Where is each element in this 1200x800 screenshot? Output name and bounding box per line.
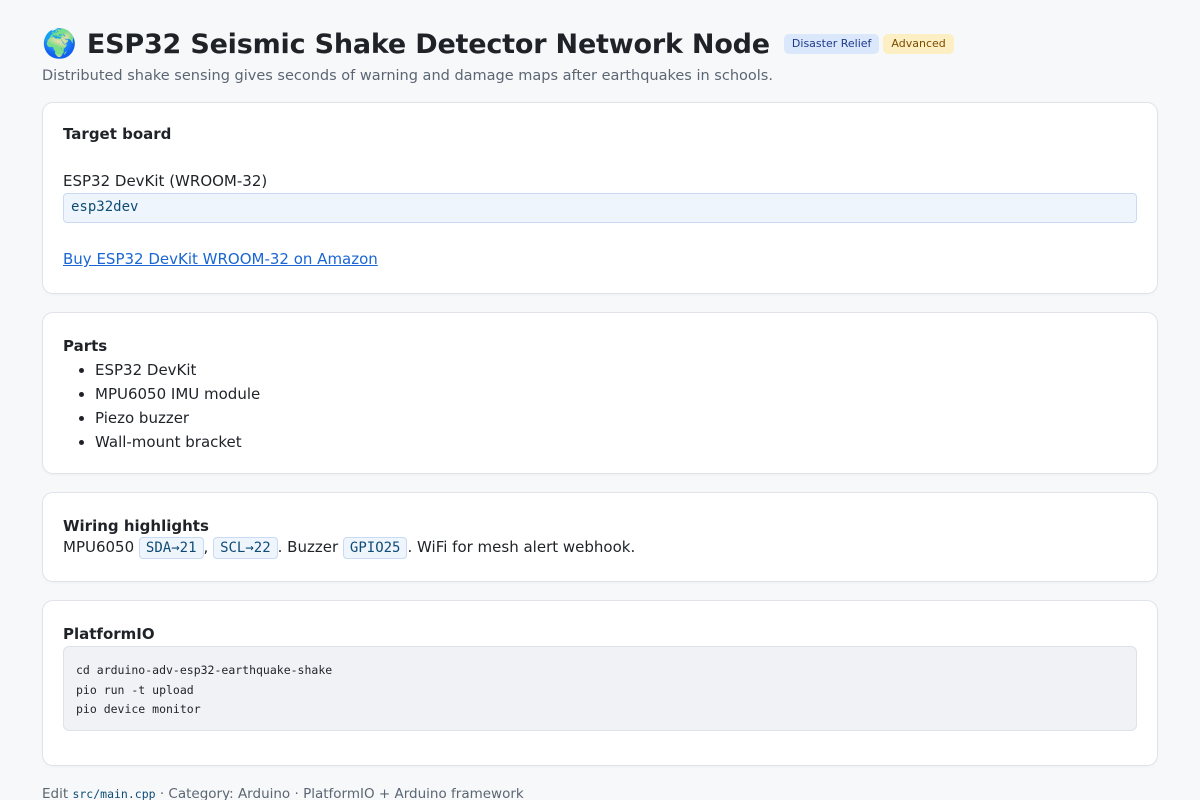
wiring-suffix: . WiFi for mesh alert webhook. — [407, 538, 636, 556]
globe-icon: 🌍 — [42, 27, 77, 60]
list-item: ESP32 DevKit — [95, 358, 1137, 382]
buzzer-pin-chip: GPIO25 — [342, 537, 408, 559]
topic-badge: Disaster Relief — [783, 34, 880, 54]
badge-group: Disaster Relief Advanced — [783, 34, 954, 54]
target-board-heading: Target board — [63, 125, 172, 143]
command-line: pio run -t upload — [76, 682, 194, 697]
command-line: cd arduino-adv-esp32-earthquake-shake — [76, 663, 333, 677]
wiring-card: Wiring highlights MPU6050 SDA→21, SCL→22… — [42, 492, 1158, 582]
board-id: esp32dev — [63, 193, 1137, 223]
parts-card: Parts ESP32 DevKit MPU6050 IMU module Pi… — [42, 312, 1158, 474]
parts-heading: Parts — [63, 337, 108, 355]
footer-file-path: src/main.cpp — [72, 787, 156, 800]
page-header: 🌍 ESP32 Seismic Shake Detector Network N… — [42, 24, 1158, 64]
parts-list: ESP32 DevKit MPU6050 IMU module Piezo bu… — [63, 358, 1137, 454]
wiring-heading: Wiring highlights — [63, 517, 209, 535]
board-name: ESP32 DevKit (WROOM-32) — [63, 172, 268, 190]
list-item: MPU6050 IMU module — [95, 382, 1137, 406]
page-subtitle: Distributed shake sensing gives seconds … — [42, 68, 773, 84]
footer-edit-label: Edit — [42, 786, 69, 800]
command-line: pio device monitor — [76, 702, 201, 716]
page-title: ESP32 Seismic Shake Detector Network Nod… — [86, 28, 770, 60]
wiring-mid: . Buzzer — [277, 538, 339, 556]
buy-board-link[interactable]: Buy ESP32 DevKit WROOM-32 on Amazon — [63, 250, 378, 268]
footer-meta: · Category: Arduino · PlatformIO + Ardui… — [159, 786, 524, 800]
target-board-card: Target board ESP32 DevKit (WROOM-32) esp… — [42, 102, 1158, 294]
wiring-description: MPU6050 SDA→21, SCL→22. Buzzer GPIO25. W… — [63, 535, 1137, 560]
level-badge: Advanced — [883, 34, 954, 54]
scl-pin-chip: SCL→22 — [213, 537, 278, 559]
sda-pin-chip: SDA→21 — [138, 537, 204, 559]
wiring-prefix: MPU6050 — [63, 538, 135, 556]
page-footer: Edit src/main.cpp · Category: Arduino · … — [42, 786, 1158, 800]
command-block: cd arduino-adv-esp32-earthquake-shake pi… — [63, 646, 1137, 731]
list-item: Piezo buzzer — [95, 406, 1137, 430]
wiring-separator: , — [203, 538, 209, 556]
platformio-card: PlatformIO cd arduino-adv-esp32-earthqua… — [42, 600, 1158, 766]
list-item: Wall-mount bracket — [95, 430, 1137, 454]
platformio-heading: PlatformIO — [63, 625, 155, 643]
